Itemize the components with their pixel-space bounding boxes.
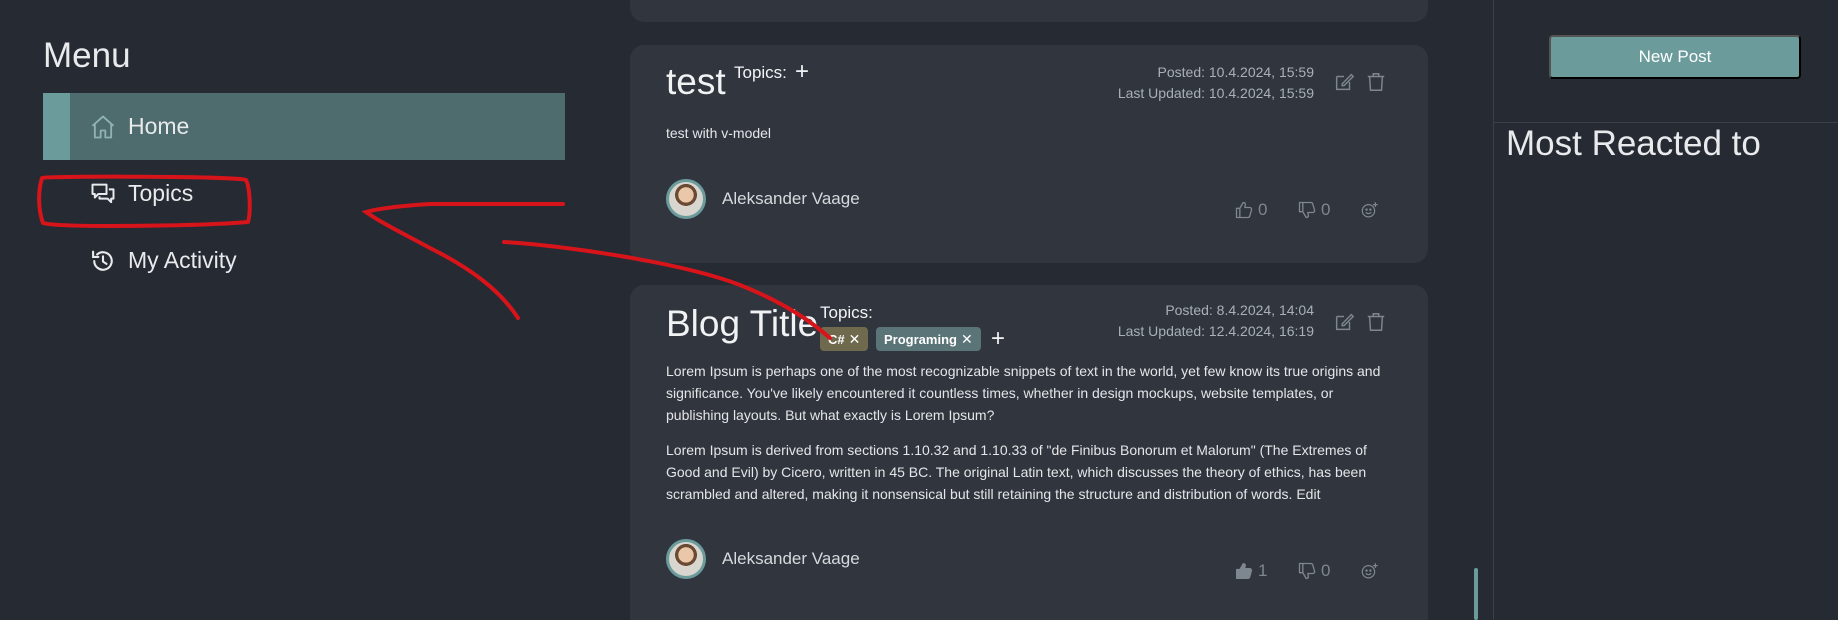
sidebar-menu: Menu Home Topics My Activity (43, 36, 565, 294)
topics-label: Topics: (820, 303, 873, 322)
avatar (666, 539, 706, 579)
dislike-count: 0 (1321, 561, 1331, 580)
feed-scrollbar-track[interactable] (1474, 0, 1478, 620)
add-emoji-icon (1361, 563, 1378, 579)
post-title: test (666, 61, 726, 102)
dislike-count: 0 (1321, 200, 1331, 219)
remove-tag-icon[interactable]: ✕ (849, 331, 861, 348)
dislike-button[interactable]: 0 (1297, 561, 1330, 581)
post-card-previous (630, 0, 1428, 22)
sidebar-item-home[interactable]: Home (43, 93, 565, 160)
thumbs-up-filled-icon (1236, 563, 1253, 579)
topic-tag[interactable]: C# ✕ (820, 327, 869, 351)
menu-title: Menu (43, 36, 131, 75)
new-post-button[interactable]: New Post (1549, 35, 1801, 79)
post-author[interactable]: Aleksander Vaage (666, 539, 860, 579)
topic-tag[interactable]: Programing ✕ (876, 327, 981, 351)
edit-icon[interactable] (1333, 71, 1355, 93)
add-topic-button[interactable]: + (795, 60, 809, 84)
avatar (666, 179, 706, 219)
dislike-button[interactable]: 0 (1297, 200, 1330, 220)
post-body: test with v-model (666, 122, 1386, 144)
sidebar-item-topics[interactable]: Topics (43, 160, 565, 227)
topic-tag-label: C# (828, 331, 845, 347)
sidebar-item-my-activity[interactable]: My Activity (43, 227, 565, 294)
thumbs-up-icon (1235, 201, 1253, 219)
post-paragraph: test with v-model (666, 125, 772, 141)
post-paragraph: Lorem Ipsum is perhaps one of the most r… (666, 363, 1381, 423)
like-count: 0 (1258, 200, 1268, 219)
post-author[interactable]: Aleksander Vaage (666, 179, 860, 219)
add-reaction-button[interactable] (1360, 561, 1384, 581)
post-meta: Posted: 10.4.2024, 15:59 Last Updated: 1… (1118, 62, 1314, 104)
trash-icon[interactable] (1365, 311, 1387, 333)
add-emoji-icon (1361, 202, 1378, 218)
thumbs-down-icon (1298, 201, 1316, 219)
chat-bubbles-icon (89, 180, 117, 208)
posted-date: Posted: 10.4.2024, 15:59 (1157, 64, 1314, 80)
trash-icon[interactable] (1365, 71, 1387, 93)
feed-scrollbar-thumb[interactable] (1474, 568, 1478, 620)
sidebar-item-label: Home (128, 113, 190, 139)
post-title: Blog Title (666, 303, 819, 344)
thumbs-down-icon (1298, 562, 1316, 580)
sidebar-item-label: My Activity (128, 247, 237, 273)
author-name: Aleksander Vaage (722, 189, 860, 208)
topics-label: Topics: (734, 63, 787, 82)
author-name: Aleksander Vaage (722, 549, 860, 568)
posted-date: Posted: 8.4.2024, 14:04 (1165, 302, 1314, 318)
most-reacted-title: Most Reacted to (1506, 124, 1761, 163)
remove-tag-icon[interactable]: ✕ (961, 331, 973, 348)
post-card: Blog Title Topics: C# ✕ Programing ✕ + P… (630, 285, 1428, 620)
post-paragraph: Lorem Ipsum is derived from sections 1.1… (666, 442, 1367, 502)
post-meta: Posted: 8.4.2024, 14:04 Last Updated: 12… (1118, 300, 1314, 342)
updated-date: Last Updated: 10.4.2024, 15:59 (1117, 85, 1314, 101)
add-reaction-button[interactable] (1360, 200, 1384, 220)
topic-tag-label: Programing (884, 331, 957, 347)
like-button[interactable]: 1 (1234, 561, 1267, 581)
panel-divider (1493, 0, 1494, 620)
like-count: 1 (1258, 561, 1268, 580)
updated-date: Last Updated: 12.4.2024, 16:19 (1117, 323, 1314, 339)
panel-divider (1494, 122, 1838, 123)
add-topic-button[interactable]: + (991, 327, 1005, 351)
like-button[interactable]: 0 (1234, 200, 1267, 220)
edit-icon[interactable] (1333, 311, 1355, 333)
post-card: test Topics: + Posted: 10.4.2024, 15:59 … (630, 45, 1428, 263)
sidebar-item-label: Topics (128, 180, 194, 206)
home-icon (89, 113, 117, 141)
history-icon (89, 247, 117, 275)
post-body: Lorem Ipsum is perhaps one of the most r… (666, 360, 1386, 505)
